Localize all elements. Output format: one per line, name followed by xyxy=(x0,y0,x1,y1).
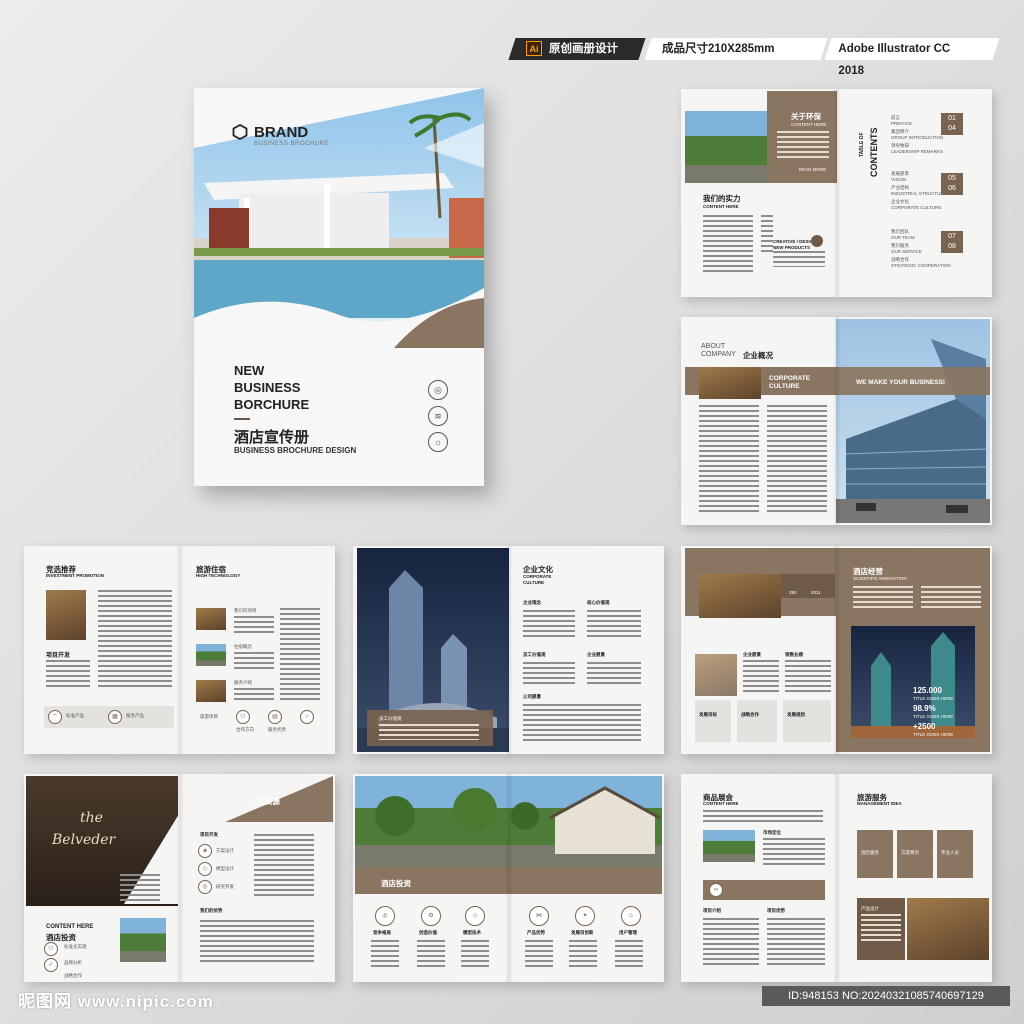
banner-title: 酒店投资 xyxy=(381,879,411,888)
slogan: WE MAKE YOUR BUSINESS! xyxy=(856,379,946,386)
star-icon: ☆ xyxy=(300,710,314,724)
section-title-2: 我们的实力 xyxy=(703,194,741,203)
cube-icon: ◇ xyxy=(465,906,485,926)
toc-title: CONTENTS xyxy=(869,127,879,178)
house-scene xyxy=(375,786,661,854)
chart-icon: ▤ xyxy=(268,710,282,724)
lobby-photo xyxy=(196,680,226,702)
glass-building xyxy=(836,339,990,523)
spread-exhibition: 商品展会 CONTENT HERE 市场定位 ∞ 项目介绍 项目优势 旅游服务 … xyxy=(681,774,992,982)
spread-operation: 250 2011 酒店经营 SCIENTIFIC INNOVATION 企业愿景… xyxy=(681,546,992,754)
cover-title-cn: 酒店宣传册 xyxy=(234,429,310,446)
team-icon: ⚇ xyxy=(44,942,58,956)
building-photo xyxy=(836,319,990,523)
link-icon: ∞ xyxy=(709,883,723,897)
lodge-photo xyxy=(196,644,226,666)
spread-investment: 竞选推荐 INVESTMENT PROMOTION 项目开发 ⌔ 标准产品 ▦ … xyxy=(24,546,335,754)
cover-title: NEW BUSINESS BORCHURE xyxy=(234,363,310,412)
cover-subtitle: BUSINESS BROCHURE DESIGN xyxy=(234,446,357,455)
toc-number: 01 04 xyxy=(941,113,963,135)
sun-icon: ☼ xyxy=(428,432,448,452)
section-title: 关于环保 xyxy=(791,112,821,121)
staff-photo xyxy=(695,654,737,696)
gear-icon: ⚙ xyxy=(421,906,441,926)
restaurant-photo xyxy=(699,574,781,618)
check-icon: ✓ xyxy=(44,958,58,972)
cafe-photo xyxy=(907,898,989,960)
house-photo xyxy=(355,776,662,868)
resort-photo xyxy=(196,608,226,630)
idea-icon: ✦ xyxy=(575,906,595,926)
share-icon: ⋈ xyxy=(529,906,549,926)
read-more-link[interactable]: READ MORE xyxy=(799,167,826,172)
people-icon: ⚇ xyxy=(236,710,250,724)
watermark: 昵图网 www.nipic.com xyxy=(18,992,214,1011)
hr-title: 人力资源 xyxy=(250,797,280,806)
villa-photo xyxy=(703,830,755,862)
location-icon: ◎ xyxy=(428,380,448,400)
hotel-sign: the xyxy=(80,810,103,826)
section-title: 企业概况 xyxy=(743,351,773,360)
toc-number: 07 08 xyxy=(941,231,963,253)
original-label: 原创画册设计 xyxy=(549,43,618,55)
spread-contents: 关于环保 CONTENT HERE READ MORE 我们的实力 CONTEN… xyxy=(681,89,992,297)
divider xyxy=(234,418,250,420)
ai-logo-icon: Ai xyxy=(526,41,542,56)
brand-name: BRAND xyxy=(254,124,309,141)
brand-subtitle: BUSINESS BROCHURE xyxy=(254,141,329,147)
image-id-bar: ID:948153 NO:20240321085740697129 xyxy=(762,986,1010,1006)
spread-about: ABOUT COMPANY 企业概况 CORPORATE CULTURE WE … xyxy=(681,317,992,525)
spread-hotel-investment: 酒店投资 ◎ 竞争格局 ⚙ 创造价值 ◇ 模型技术 ⋈ 产品优势 ✦ 发展目创新… xyxy=(353,774,664,982)
villa-photo xyxy=(685,111,767,183)
brand-logo: BRAND BUSINESS BROCHURE xyxy=(232,124,329,147)
target-icon: ◎ xyxy=(375,906,395,926)
globe-icon xyxy=(811,235,823,247)
grid-icon: ▦ xyxy=(108,710,122,724)
original-design-tag: Ai 原创画册设计 xyxy=(508,38,646,60)
software-tag: Adobe Illustrator CC 2018 xyxy=(824,38,1000,77)
toc-number: 05 06 xyxy=(941,173,963,195)
brochure-cover: BRAND BUSINESS BROCHURE NEW BUSINESS BOR… xyxy=(194,88,484,486)
wave-icon: ≋ xyxy=(428,406,448,426)
spread-hr: the Belveder CONTENT HERE 酒店投资 ⚇ 标准化实施 ✓… xyxy=(24,774,335,982)
spread-culture: 员工价值观 企业文化 CORPORATE CULTURE 企业理念 核心价值观 … xyxy=(353,546,664,754)
size-tag: 成品尺寸210X285mm xyxy=(644,38,828,60)
wifi-icon: ⌔ xyxy=(48,710,62,724)
hexagon-logo-icon xyxy=(232,124,248,140)
user-icon: ☺ xyxy=(621,906,641,926)
room-photo xyxy=(699,367,761,399)
landscape-photo xyxy=(120,918,166,962)
hall-photo xyxy=(46,590,86,640)
